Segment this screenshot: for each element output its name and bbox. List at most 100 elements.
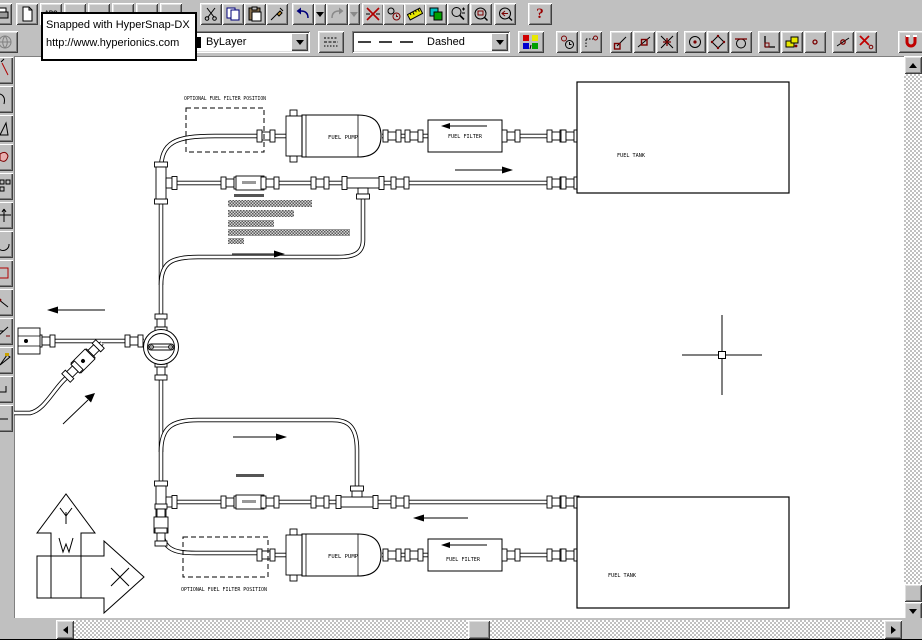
modify-tool-button[interactable] (0, 260, 13, 287)
modify-tool-button[interactable] (0, 144, 13, 171)
fuel-selector-valve (144, 314, 179, 380)
modify-toolbar-clipped (0, 56, 14, 432)
snap-insert-button[interactable] (781, 31, 803, 53)
drawing-canvas[interactable]: OPTIONAL FUEL FILTER POSITION OPTIONAL F… (14, 56, 904, 618)
linetype-button[interactable] (318, 31, 344, 53)
snap-nearest-button[interactable] (832, 31, 854, 53)
fuel-pump-label-top: FUEL PUMP (328, 135, 358, 141)
color-control-combo[interactable]: ByLayer (186, 31, 310, 53)
check-valve-bottom (221, 495, 279, 509)
note-text-block (228, 194, 350, 477)
snap-tangent-button[interactable] (730, 31, 752, 53)
linetype-value: Dashed (427, 36, 465, 48)
linetype-dropdown-button[interactable] (491, 33, 508, 51)
web-button-disabled (0, 31, 18, 53)
snap-perpendicular-button[interactable] (758, 31, 780, 53)
horizontal-scrollbar-thumb[interactable] (468, 620, 490, 639)
direction-symbol (37, 494, 144, 613)
fuel-filter-label-bottom: FUEL FILTER (446, 557, 481, 563)
watermark-line2: http://www.hyperionics.com (46, 34, 192, 52)
snap-intersection-button[interactable] (656, 31, 678, 53)
modify-tool-button[interactable] (0, 405, 13, 432)
snap-perpendicular-icon (761, 34, 777, 50)
fuel-tank-top (577, 82, 789, 193)
crosshair-cursor (682, 315, 762, 395)
snap-none-icon (858, 34, 874, 50)
snap-quadrant-button[interactable] (707, 31, 729, 53)
modify-tool-button[interactable] (0, 173, 13, 200)
vertical-scrollbar-thumb[interactable] (904, 584, 922, 602)
snap-center-icon (687, 34, 703, 50)
snap-tangent-icon (733, 34, 749, 50)
modify-tool-button[interactable] (0, 115, 13, 142)
linetype-icon (322, 34, 340, 50)
snap-node-button[interactable] (804, 31, 826, 53)
snap-center-button[interactable] (684, 31, 706, 53)
fuel-tank-label-top: FUEL TANK (617, 153, 645, 159)
modify-tool-button[interactable] (0, 202, 13, 229)
snap-endpoint-icon (613, 34, 629, 50)
arrow-right-icon (891, 626, 896, 634)
optional-filter-label-bottom: OPTIONAL FUEL FILTER POSITION (181, 587, 267, 593)
check-valve-top (221, 176, 279, 190)
osnap-magnet-button[interactable] (898, 31, 922, 53)
snap-midpoint-icon (636, 34, 652, 50)
scroll-right-button[interactable] (884, 620, 902, 639)
chevron-down-icon (496, 40, 504, 45)
modify-tool-button[interactable] (0, 57, 13, 84)
linetype-field: Dashed (352, 31, 491, 53)
layer-colors-button[interactable] (518, 31, 544, 53)
fuel-tank-label-bottom: FUEL TANK (608, 573, 636, 579)
pump-filter-line-bottom (257, 529, 579, 581)
flow-arrows (47, 167, 513, 522)
linetype-control-combo[interactable]: Dashed (352, 31, 510, 53)
pump-filter-line-top (257, 110, 579, 162)
application-window: ABC (0, 0, 922, 640)
fuel-pump-label-bottom: FUEL PUMP (328, 554, 358, 560)
optional-filter-box-bottom (183, 537, 268, 577)
tracking-icon (583, 34, 599, 50)
modify-tool-button[interactable] (0, 347, 13, 374)
snap-quadrant-icon (710, 34, 726, 50)
modify-tool-button[interactable] (0, 376, 13, 403)
scrollbar-corner-right (902, 618, 922, 640)
modify-tool-button[interactable] (0, 231, 13, 258)
globe-disabled-icon (0, 34, 13, 50)
arrow-left-icon (63, 626, 68, 634)
optional-filter-label-top: OPTIONAL FUEL FILTER POSITION (184, 96, 266, 102)
snap-endpoint-button[interactable] (610, 31, 632, 53)
scroll-left-button[interactable] (56, 620, 74, 639)
scroll-up-button[interactable] (904, 56, 922, 74)
gascolator (61, 339, 105, 383)
snap-node-icon (807, 34, 823, 50)
color-value: ByLayer (206, 36, 246, 48)
modify-tool-button[interactable] (0, 86, 13, 113)
vertical-scrollbar (904, 56, 922, 620)
snap-settings-icon (559, 34, 575, 50)
left-edge-component (18, 328, 40, 354)
horizontal-scrollbar (0, 620, 922, 640)
snap-settings-button[interactable] (556, 31, 578, 53)
color-field: ByLayer (186, 31, 291, 53)
snap-intersection-icon (659, 34, 675, 50)
snap-midpoint-button[interactable] (633, 31, 655, 53)
arrow-down-icon (909, 609, 917, 614)
vertical-scrollbar-track[interactable] (904, 56, 922, 620)
pipe-fittings (18, 162, 579, 546)
modify-tool-button[interactable] (0, 318, 13, 345)
snap-insert-icon (784, 34, 800, 50)
modify-tool-button[interactable] (0, 289, 13, 316)
hypersnap-watermark: Snapped with HyperSnap-DX http://www.hyp… (41, 12, 197, 61)
fuel-filter-label-top: FUEL FILTER (448, 134, 483, 140)
fuel-system-schematic: OPTIONAL FUEL FILTER POSITION OPTIONAL F… (14, 56, 904, 618)
dashed-line-preview (356, 38, 422, 46)
color-dropdown-button[interactable] (291, 33, 308, 51)
optional-filter-box-top (186, 108, 264, 152)
chevron-down-icon (296, 40, 304, 45)
layer-colors-icon (522, 34, 540, 50)
snap-nearest-icon (835, 34, 851, 50)
scrollbar-corner-left (0, 618, 56, 640)
snap-none-button[interactable] (855, 31, 877, 53)
fuel-tank-bottom (577, 497, 789, 608)
tracking-button[interactable] (580, 31, 602, 53)
